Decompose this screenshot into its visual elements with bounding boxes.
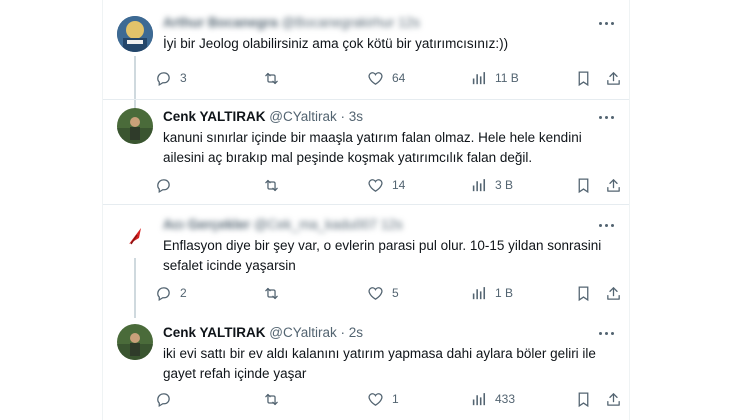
user-handle[interactable]: @CYaltirak [269, 325, 336, 340]
like-button[interactable]: 64 [367, 68, 405, 88]
tweet-header: Cenk YALTIRAK @CYaltirak · 3s [163, 108, 363, 126]
views-icon [470, 70, 487, 87]
tweet-text: kanuni sınırlar içinde bir maaşla yatırı… [163, 130, 582, 165]
tweet-header: Acı Gerçekler @Cek_ma_kadu007 12s [163, 216, 403, 234]
tweet-text: Enflasyon diye bir şey var, o evlerin pa… [163, 238, 602, 273]
display-name[interactable]: Cenk YALTIRAK [163, 109, 266, 124]
tweet-actions: 1 433 [155, 389, 625, 409]
conversation-panel: Arthur Bocanegra @Bocanegrakirhur 12s İy… [102, 0, 630, 420]
like-count: 14 [392, 178, 406, 192]
reply-button[interactable]: 2 [155, 283, 187, 303]
tweet-header: Cenk YALTIRAK @CYaltirak · 2s [163, 324, 363, 342]
timestamp[interactable]: 2s [349, 325, 363, 340]
retweet-button[interactable] [263, 68, 288, 88]
reply-count: 3 [180, 71, 187, 85]
display-name[interactable]: Acı Gerçekler [163, 217, 250, 232]
thread-line [134, 258, 136, 318]
tweet-actions: 2 5 1 B [155, 283, 625, 303]
views-count: 3 B [495, 178, 514, 192]
like-button[interactable]: 1 [367, 389, 399, 409]
tweet-actions: 3 64 11 B [155, 68, 625, 88]
like-icon [367, 391, 384, 408]
like-count: 5 [392, 286, 399, 300]
retweet-icon [263, 391, 280, 408]
more-icon[interactable] [597, 14, 617, 32]
views-button[interactable]: 1 B [470, 283, 513, 303]
share-icon[interactable] [603, 68, 623, 88]
tweet-1[interactable]: Arthur Bocanegra @Bocanegrakirhur 12s İy… [103, 14, 629, 116]
bookmark-icon[interactable] [573, 283, 593, 303]
tweet-4[interactable]: Cenk YALTIRAK @CYaltirak · 2s iki evi sa… [103, 324, 629, 414]
like-icon [367, 177, 384, 194]
reply-icon [155, 70, 172, 87]
reply-button[interactable] [155, 175, 180, 195]
timestamp[interactable]: 3s [349, 109, 363, 124]
tweet-actions: 14 3 B [155, 175, 625, 195]
display-name[interactable]: Arthur Bocanegra [163, 15, 278, 30]
user-handle[interactable]: @CYaltirak [269, 109, 336, 124]
tweet-text: iki evi sattı bir ev aldı kalanını yatır… [163, 346, 596, 381]
tweet-text: İyi bir Jeolog olabilirsiniz ama çok köt… [163, 36, 509, 51]
views-icon [470, 177, 487, 194]
share-icon[interactable] [603, 389, 623, 409]
more-icon[interactable] [597, 216, 617, 234]
like-button[interactable]: 14 [367, 175, 405, 195]
views-button[interactable]: 11 B [470, 68, 519, 88]
thread-line [134, 56, 136, 116]
retweet-button[interactable] [263, 389, 288, 409]
reply-icon [155, 177, 172, 194]
like-count: 64 [392, 71, 406, 85]
views-count: 11 B [495, 71, 519, 85]
views-count: 433 [495, 392, 516, 406]
user-handle[interactable]: @Bocanegrakirhur [282, 15, 395, 30]
like-button[interactable]: 5 [367, 283, 399, 303]
views-icon [470, 391, 487, 408]
views-button[interactable]: 3 B [470, 175, 513, 195]
divider [103, 204, 629, 205]
separator-dot: · [340, 325, 346, 340]
avatar[interactable] [117, 324, 153, 360]
like-icon [367, 285, 384, 302]
bookmark-icon[interactable] [573, 68, 593, 88]
like-count: 1 [392, 392, 399, 406]
reply-count: 2 [180, 286, 187, 300]
separator-dot: · [340, 109, 346, 124]
retweet-icon [263, 285, 280, 302]
views-button[interactable]: 433 [470, 389, 515, 409]
more-icon[interactable] [597, 324, 617, 342]
retweet-icon [263, 177, 280, 194]
timestamp[interactable]: 12s [381, 217, 403, 232]
retweet-button[interactable] [263, 283, 288, 303]
views-icon [470, 285, 487, 302]
avatar[interactable] [117, 218, 153, 254]
reply-icon [155, 391, 172, 408]
bookmark-icon[interactable] [573, 389, 593, 409]
retweet-button[interactable] [263, 175, 288, 195]
user-handle[interactable]: @Cek_ma_kadu007 [254, 217, 377, 232]
reply-icon [155, 285, 172, 302]
reply-button[interactable]: 3 [155, 68, 187, 88]
share-icon[interactable] [603, 175, 623, 195]
share-icon[interactable] [603, 283, 623, 303]
divider [103, 99, 629, 100]
tweet-2[interactable]: Cenk YALTIRAK @CYaltirak · 3s kanuni sın… [103, 108, 629, 198]
avatar[interactable] [117, 16, 153, 52]
display-name[interactable]: Cenk YALTIRAK [163, 325, 266, 340]
tweet-3[interactable]: Acı Gerçekler @Cek_ma_kadu007 12s Enflas… [103, 216, 629, 318]
like-icon [367, 70, 384, 87]
tweet-header: Arthur Bocanegra @Bocanegrakirhur 12s [163, 14, 420, 32]
avatar[interactable] [117, 108, 153, 144]
timestamp[interactable]: 12s [398, 15, 420, 30]
views-count: 1 B [495, 286, 514, 300]
bookmark-icon[interactable] [573, 175, 593, 195]
reply-button[interactable] [155, 389, 180, 409]
more-icon[interactable] [597, 108, 617, 126]
retweet-icon [263, 70, 280, 87]
